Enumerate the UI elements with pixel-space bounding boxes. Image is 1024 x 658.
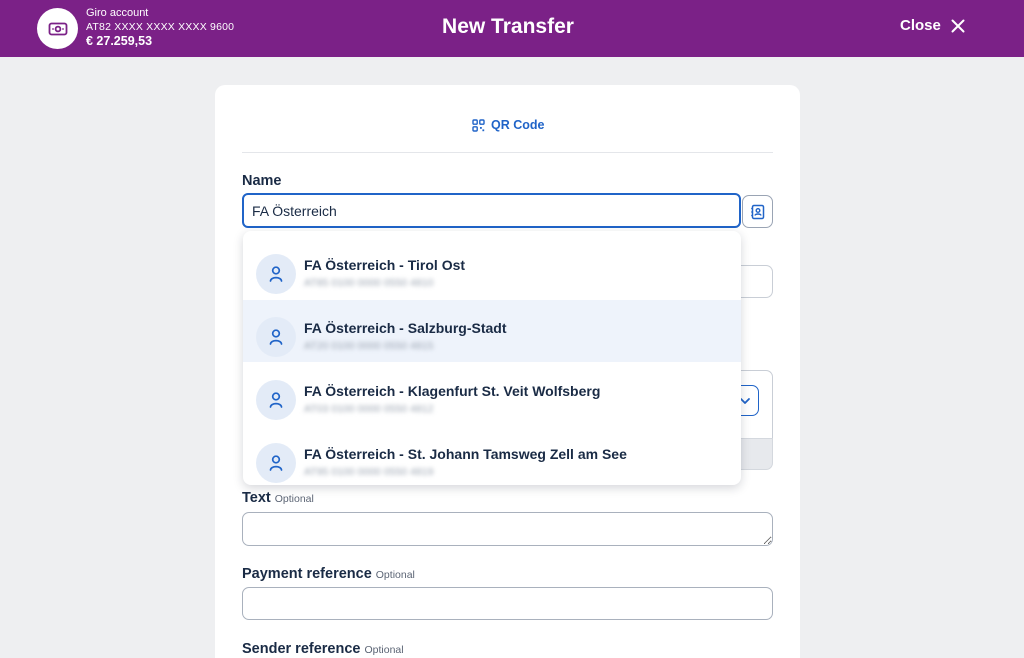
- address-book-icon: [750, 204, 764, 219]
- suggestion-name: FA Österreich - St. Johann Tamsweg Zell …: [304, 446, 627, 462]
- select-field-footer: [740, 438, 773, 470]
- iban-input-edge[interactable]: [740, 265, 773, 298]
- suggestion-iban: AT03 0100 0000 0550 4812: [304, 403, 434, 415]
- close-icon: [951, 19, 965, 32]
- text-input[interactable]: [242, 512, 773, 546]
- suggestion-name: FA Österreich - Salzburg-Stadt: [304, 320, 507, 336]
- qr-code-button[interactable]: QR Code: [472, 118, 544, 132]
- person-icon: [256, 443, 296, 483]
- payment-reference-input[interactable]: [242, 587, 773, 620]
- suggestion-item[interactable]: FA Österreich - Klagenfurt St. Veit Wolf…: [243, 363, 741, 425]
- sender-reference-optional-hint: Optional: [364, 644, 404, 656]
- sender-reference-label: Sender reference Optional: [242, 641, 404, 657]
- close-button[interactable]: Close: [900, 17, 965, 34]
- name-input[interactable]: [242, 193, 741, 228]
- top-bar: Giro account AT82 XXXX XXXX XXXX 9600 € …: [0, 0, 1024, 57]
- suggestion-name: FA Österreich - Tirol Ost: [304, 257, 466, 273]
- suggestion-item[interactable]: FA Österreich - Tirol Ost AT85 0100 0000…: [243, 237, 741, 299]
- suggestion-iban: AT20 0100 0000 0550 4815: [304, 340, 434, 352]
- qr-code-icon: [472, 118, 485, 132]
- suggestion-iban: AT95 0100 0000 0550 4819: [304, 466, 434, 478]
- payment-reference-optional-hint: Optional: [375, 569, 415, 581]
- person-icon: [256, 380, 296, 420]
- close-label: Close: [900, 17, 941, 34]
- divider: [242, 152, 773, 153]
- payment-reference-label: Payment reference Optional: [242, 566, 415, 582]
- sender-reference-label-text: Sender reference: [242, 641, 361, 657]
- suggestion-name: FA Österreich - Klagenfurt St. Veit Wolf…: [304, 383, 601, 399]
- name-label-text: Name: [242, 173, 282, 189]
- text-label: Text Optional: [242, 490, 314, 506]
- page-title: New Transfer: [442, 15, 574, 38]
- name-suggestions-dropdown: FA Österreich - Tirol Ost AT85 0100 0000…: [243, 231, 741, 485]
- text-optional-hint: Optional: [274, 493, 314, 505]
- name-label: Name: [242, 173, 282, 189]
- person-icon: [256, 317, 296, 357]
- text-label-text: Text: [242, 490, 271, 506]
- qr-code-label: QR Code: [491, 118, 545, 132]
- address-book-button[interactable]: [742, 195, 773, 228]
- suggestion-iban: AT85 0100 0000 0550 4810: [304, 277, 434, 289]
- payment-reference-label-text: Payment reference: [242, 566, 372, 582]
- suggestion-item[interactable]: FA Österreich - St. Johann Tamsweg Zell …: [243, 426, 741, 485]
- suggestion-item[interactable]: FA Österreich - Salzburg-Stadt AT20 0100…: [243, 300, 741, 362]
- person-icon: [256, 254, 296, 294]
